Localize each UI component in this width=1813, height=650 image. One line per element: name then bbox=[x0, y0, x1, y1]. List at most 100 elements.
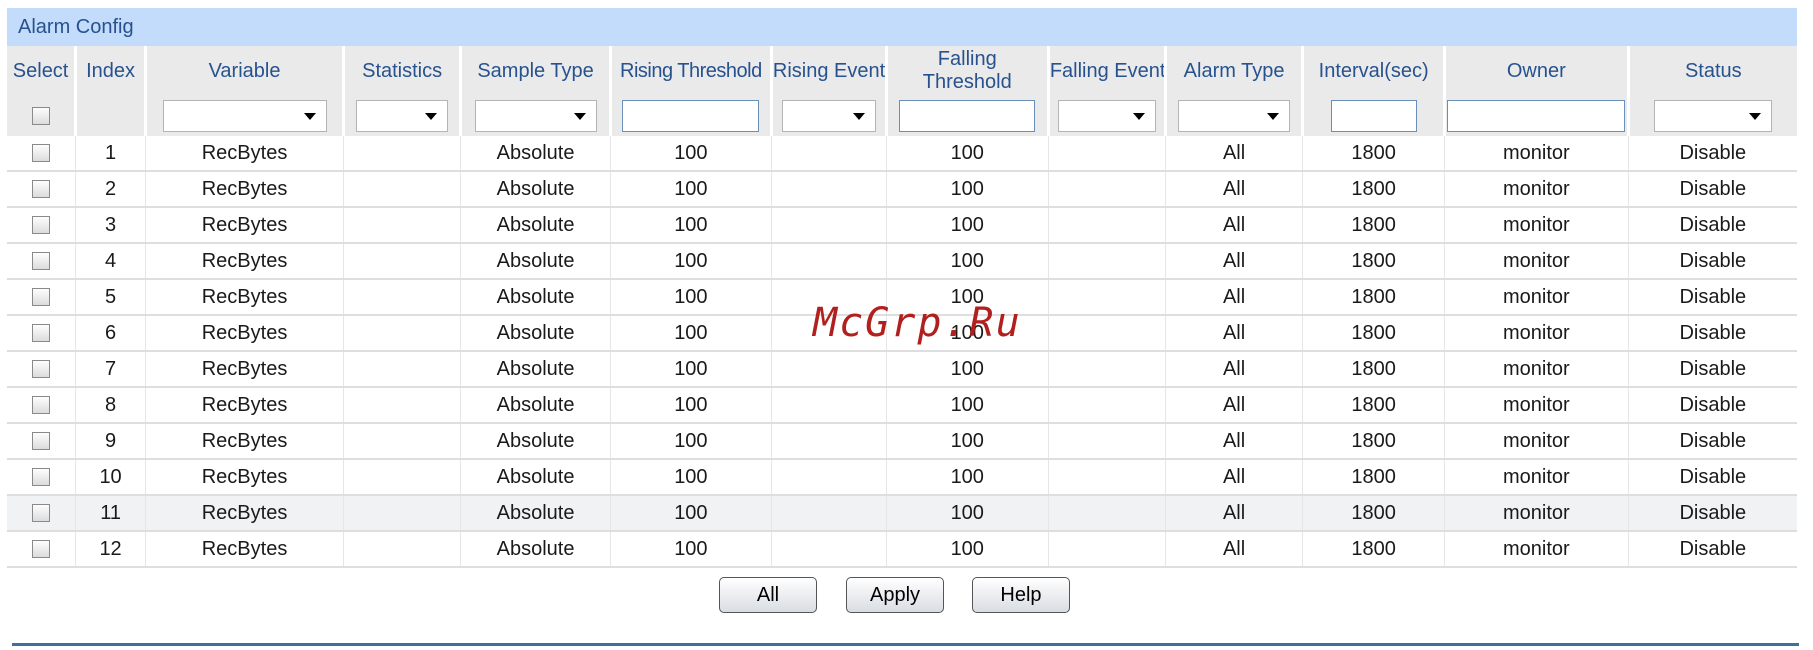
row-checkbox[interactable] bbox=[32, 144, 51, 163]
cell-interval: 1800 bbox=[1302, 423, 1446, 460]
cell-rising-event bbox=[771, 136, 887, 172]
cell-rising-threshold: 100 bbox=[610, 459, 772, 496]
table-row[interactable]: 2 RecBytes Absolute 100 100 All 1800 monitor Dis… bbox=[7, 171, 1797, 208]
table-row[interactable]: 12 RecBytes Absolute 100 100 All 1800 monitor Di… bbox=[7, 531, 1797, 568]
cell-owner: monitor bbox=[1444, 136, 1629, 172]
table-row[interactable]: 10 RecBytes Absolute 100 100 All 1800 monitor Di… bbox=[7, 459, 1797, 496]
cell-interval: 1800 bbox=[1302, 495, 1446, 532]
cell-alarm-type: All bbox=[1165, 279, 1304, 316]
cell-index: 11 bbox=[75, 495, 146, 532]
cell-owner: monitor bbox=[1444, 351, 1629, 388]
cell-falling-event bbox=[1048, 351, 1166, 388]
chevron-down-icon bbox=[425, 113, 438, 120]
cell-rising-threshold: 100 bbox=[610, 315, 772, 352]
cell-owner: monitor bbox=[1444, 171, 1629, 208]
status-filter-select[interactable] bbox=[1654, 100, 1773, 132]
cell-falling-threshold: 100 bbox=[886, 243, 1049, 280]
owner-filter-input[interactable] bbox=[1447, 100, 1626, 132]
col-rising-event: Rising Event bbox=[771, 46, 888, 96]
cell-interval: 1800 bbox=[1302, 136, 1446, 172]
cell-alarm-type: All bbox=[1165, 531, 1304, 568]
help-button[interactable]: Help bbox=[972, 577, 1070, 613]
col-alarm-type: Alarm Type bbox=[1165, 46, 1305, 96]
cell-alarm-type: All bbox=[1165, 207, 1304, 244]
table-row[interactable]: 1 RecBytes Absolute 100 100 All 1800 monitor Dis… bbox=[7, 136, 1797, 172]
cell-alarm-type: All bbox=[1165, 315, 1304, 352]
chevron-down-icon bbox=[1749, 113, 1762, 120]
cell-rising-event bbox=[771, 279, 887, 316]
cell-interval: 1800 bbox=[1302, 351, 1446, 388]
table-row[interactable]: 9 RecBytes Absolute 100 100 All 1800 monitor Dis… bbox=[7, 423, 1797, 460]
cell-statistics bbox=[343, 243, 462, 280]
cell-variable: RecBytes bbox=[145, 423, 345, 460]
cell-alarm-type: All bbox=[1165, 243, 1304, 280]
cell-status: Disable bbox=[1628, 495, 1797, 532]
rising-threshold-filter-input[interactable] bbox=[622, 100, 760, 132]
table-row[interactable]: 5 RecBytes Absolute 100 100 All 1800 monitor Dis… bbox=[7, 279, 1797, 316]
row-checkbox[interactable] bbox=[32, 504, 51, 523]
cell-owner: monitor bbox=[1444, 459, 1629, 496]
row-checkbox[interactable] bbox=[32, 324, 51, 343]
alarm-type-filter-select[interactable] bbox=[1178, 100, 1291, 132]
cell-status: Disable bbox=[1628, 207, 1797, 244]
row-select-cell bbox=[7, 279, 77, 316]
row-select-cell bbox=[7, 136, 77, 172]
variable-filter-select[interactable] bbox=[162, 100, 327, 132]
cell-variable: RecBytes bbox=[145, 315, 345, 352]
interval-filter-input[interactable] bbox=[1330, 100, 1417, 132]
all-button[interactable]: All bbox=[719, 577, 817, 613]
row-checkbox[interactable] bbox=[32, 360, 51, 379]
row-checkbox[interactable] bbox=[32, 432, 51, 451]
cell-falling-threshold: 100 bbox=[886, 279, 1049, 316]
sample-type-filter-select[interactable] bbox=[474, 100, 597, 132]
row-checkbox[interactable] bbox=[32, 396, 51, 415]
button-bar: All Apply Help bbox=[0, 577, 1813, 613]
rising-event-filter-select[interactable] bbox=[781, 100, 876, 132]
table-row[interactable]: 8 RecBytes Absolute 100 100 All 1800 monitor Dis… bbox=[7, 387, 1797, 424]
cell-variable: RecBytes bbox=[145, 207, 345, 244]
cell-status: Disable bbox=[1628, 315, 1797, 352]
alarm-config-table: Select Index Variable Statistics Sample … bbox=[7, 46, 1797, 568]
apply-button[interactable]: Apply bbox=[846, 577, 944, 613]
table-body: 1 RecBytes Absolute 100 100 All 1800 monitor Dis… bbox=[7, 136, 1797, 568]
cell-status: Disable bbox=[1628, 459, 1797, 496]
cell-alarm-type: All bbox=[1165, 459, 1304, 496]
cell-variable: RecBytes bbox=[145, 136, 345, 172]
table-row[interactable]: 11 RecBytes Absolute 100 100 All 1800 monitor Di… bbox=[7, 495, 1797, 532]
table-row[interactable]: 7 RecBytes Absolute 100 100 All 1800 monitor Dis… bbox=[7, 351, 1797, 388]
row-checkbox[interactable] bbox=[32, 288, 51, 307]
alarm-config-panel: Alarm Config Select Index Variable Stati… bbox=[7, 8, 1797, 568]
statistics-filter-select[interactable] bbox=[356, 100, 449, 132]
cell-variable: RecBytes bbox=[145, 351, 345, 388]
chevron-down-icon bbox=[303, 113, 316, 120]
cell-alarm-type: All bbox=[1165, 351, 1304, 388]
cell-sample-type: Absolute bbox=[460, 459, 611, 496]
cell-index: 3 bbox=[75, 207, 146, 244]
cell-index: 2 bbox=[75, 171, 146, 208]
cell-sample-type: Absolute bbox=[460, 207, 611, 244]
falling-event-filter-select[interactable] bbox=[1057, 100, 1156, 132]
bottom-divider bbox=[12, 643, 1799, 646]
row-checkbox[interactable] bbox=[32, 252, 51, 271]
falling-threshold-filter-input[interactable] bbox=[899, 100, 1036, 132]
cell-rising-event bbox=[771, 315, 887, 352]
row-select-cell bbox=[7, 315, 77, 352]
table-row[interactable]: 6 RecBytes Absolute 100 100 All 1800 monitor Dis… bbox=[7, 315, 1797, 352]
cell-rising-event bbox=[771, 495, 887, 532]
cell-falling-threshold: 100 bbox=[886, 495, 1049, 532]
cell-rising-event bbox=[771, 459, 887, 496]
row-checkbox[interactable] bbox=[32, 540, 51, 559]
table-row[interactable]: 3 RecBytes Absolute 100 100 All 1800 monitor Dis… bbox=[7, 207, 1797, 244]
row-checkbox[interactable] bbox=[32, 216, 51, 235]
cell-falling-threshold: 100 bbox=[886, 387, 1049, 424]
table-row[interactable]: 4 RecBytes Absolute 100 100 All 1800 monitor Dis… bbox=[7, 243, 1797, 280]
chevron-down-icon bbox=[852, 113, 865, 120]
cell-status: Disable bbox=[1628, 423, 1797, 460]
row-checkbox[interactable] bbox=[32, 468, 51, 487]
select-all-checkbox[interactable] bbox=[31, 106, 50, 125]
cell-variable: RecBytes bbox=[145, 243, 345, 280]
row-checkbox[interactable] bbox=[32, 180, 51, 199]
cell-statistics bbox=[343, 279, 462, 316]
cell-index: 1 bbox=[75, 136, 146, 172]
cell-variable: RecBytes bbox=[145, 459, 345, 496]
